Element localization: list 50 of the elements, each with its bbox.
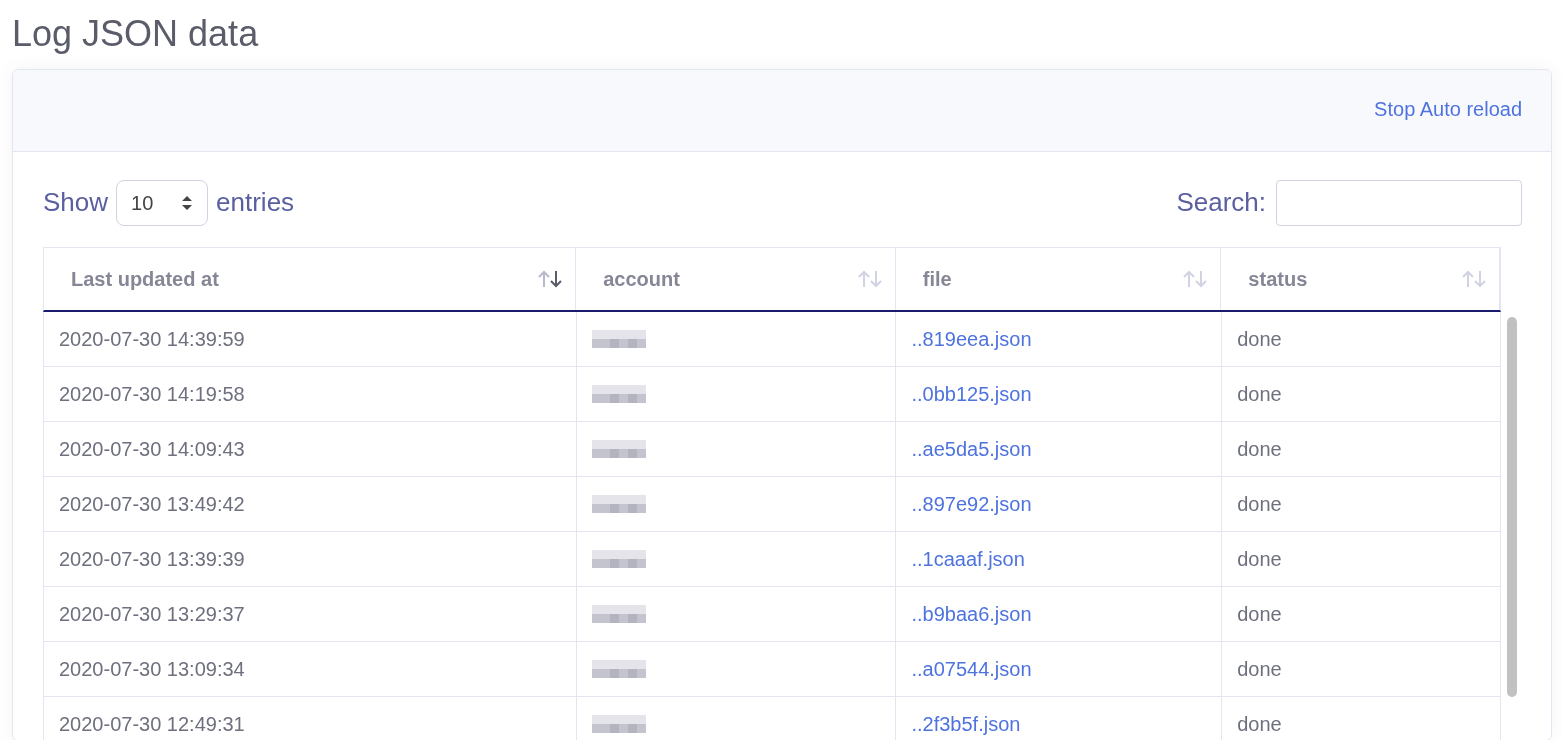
table-cell: 2020-07-30 13:09:34 [44,641,577,696]
blurred-text-icon [591,604,646,623]
blurred-text-icon [591,329,646,348]
blurred-text-icon [591,659,646,678]
page-title: Log JSON data [12,14,260,54]
table-cell: 2020-07-30 13:49:42 [44,476,577,531]
table-cell: done [1222,311,1501,366]
table-cell: 2020-07-30 14:39:59 [44,311,577,366]
column-header[interactable]: file [895,247,1222,310]
file-link[interactable]: ..ae5da5.json [911,433,1032,464]
column-header[interactable]: status [1221,247,1500,310]
table-cell: done [1222,421,1501,476]
blurred-text-icon [591,384,646,403]
column-label: account [603,266,680,292]
search-label: Search: [1176,186,1266,220]
column-label: file [922,266,952,292]
select-caret-icon [181,194,194,211]
table-cell: done [1222,366,1501,421]
file-link[interactable]: ..819eea.json [911,323,1032,354]
table-cell: 2020-07-30 13:29:37 [44,586,577,641]
blurred-text-icon [591,549,646,568]
table-cell: 2020-07-30 13:39:39 [44,531,577,586]
column-label: status [1248,266,1308,292]
blurred-text-icon [591,714,646,733]
file-link[interactable]: ..0bb125.json [911,378,1032,409]
file-link[interactable]: ..a07544.json [911,653,1032,684]
entries-select[interactable]: 10 [116,179,209,226]
file-link[interactable]: ..897e92.json [911,488,1032,519]
show-label: Show [43,186,109,220]
table-cell: done [1222,641,1501,696]
table-cell: done [1222,476,1501,531]
blurred-text-icon [591,439,646,458]
entries-label: entries [216,186,295,220]
file-link[interactable]: ..b9baa6.json [911,598,1032,629]
sort-icon[interactable] [537,268,564,289]
stop-auto-reload-link[interactable]: Stop Auto reload [1374,93,1522,124]
table-cell: done [1222,531,1501,586]
file-link[interactable]: ..1caaaf.json [911,543,1025,574]
table-cell: 2020-07-30 14:19:58 [44,366,577,421]
blurred-text-icon [591,494,646,513]
table-cell: 2020-07-30 14:09:43 [44,421,577,476]
scrollbar-thumb[interactable] [1506,316,1517,697]
table-cell: 2020-07-30 12:49:31 [44,696,577,740]
column-label: Last updated at [71,266,219,292]
search-field[interactable] [1276,179,1522,226]
column-header[interactable]: Last updated at [44,247,577,310]
file-link[interactable]: ..2f3b5f.json [911,708,1021,739]
table-cell: done [1222,696,1501,740]
column-header[interactable]: account [576,247,896,310]
table-cell: done [1222,586,1501,641]
